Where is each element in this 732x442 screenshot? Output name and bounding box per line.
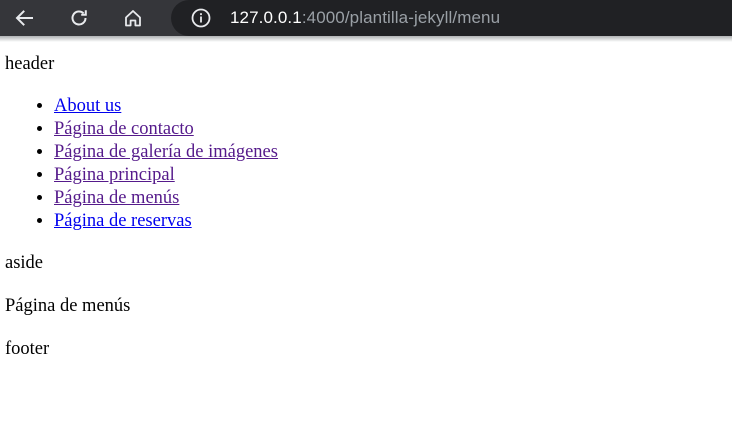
list-item: About us <box>54 95 727 118</box>
nav-link-menus[interactable]: Página de menús <box>54 188 179 208</box>
nav-link-contacto[interactable]: Página de contacto <box>54 119 194 139</box>
back-arrow-icon <box>15 10 33 26</box>
home-button[interactable] <box>115 0 151 36</box>
nav-link-galeria[interactable]: Página de galería de imágenes <box>54 142 278 162</box>
browser-toolbar: 127.0.0.1:4000/plantilla-jekyll/menu <box>0 0 732 36</box>
info-icon[interactable] <box>190 7 212 29</box>
header-text: header <box>5 54 55 74</box>
home-icon <box>125 10 141 27</box>
page-content: header About us Página de contacto Págin… <box>0 42 732 442</box>
footer-text: footer <box>5 339 50 359</box>
nav-link-principal[interactable]: Página principal <box>54 165 175 185</box>
list-item: Página de menús <box>54 187 727 210</box>
url-text[interactable]: 127.0.0.1:4000/plantilla-jekyll/menu <box>230 8 500 28</box>
url-host: 127.0.0.1 <box>230 8 302 27</box>
list-item: Página de reservas <box>54 210 727 233</box>
main-content-text: Página de menús <box>5 296 131 316</box>
list-item: Página de contacto <box>54 118 727 141</box>
reload-button[interactable] <box>61 0 97 36</box>
url-path: :4000/plantilla-jekyll/menu <box>301 8 501 27</box>
nav-link-reservas[interactable]: Página de reservas <box>54 211 192 231</box>
nav-link-about-us[interactable]: About us <box>54 96 121 116</box>
list-item: Página de galería de imágenes <box>54 141 727 164</box>
list-item: Página principal <box>54 164 727 187</box>
aside-text: aside <box>5 253 44 273</box>
nav-link-list: About us Página de contacto Página de ga… <box>5 95 727 233</box>
back-button[interactable] <box>6 0 42 36</box>
reload-icon <box>71 10 87 26</box>
address-bar[interactable]: 127.0.0.1:4000/plantilla-jekyll/menu <box>171 0 732 36</box>
